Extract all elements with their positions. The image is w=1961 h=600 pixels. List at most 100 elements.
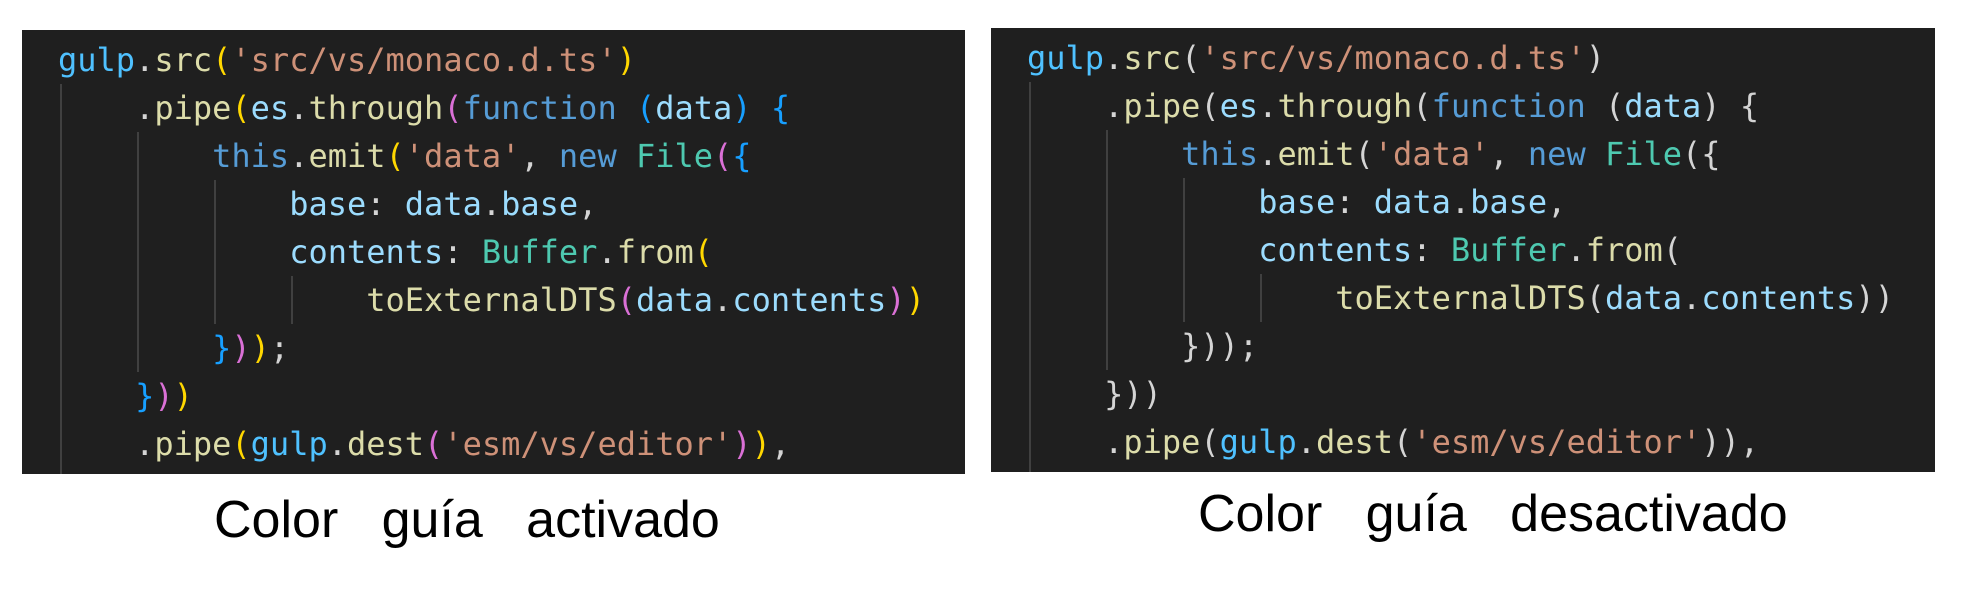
code-line: })); — [58, 324, 925, 372]
code-line: this.emit('data', new File({ — [1027, 130, 1894, 178]
code-token: ( — [424, 425, 444, 463]
indent-guide — [1029, 82, 1031, 130]
code-token: data — [635, 281, 714, 319]
indent-guide — [214, 228, 217, 276]
code-token: ( — [1412, 87, 1432, 125]
code-line: })) — [1027, 370, 1894, 418]
code-token: ) — [732, 425, 752, 463]
code-token: ) — [250, 329, 270, 367]
code-token: } — [1181, 327, 1201, 365]
code-token: . — [1104, 39, 1124, 77]
code-token: , — [1739, 423, 1760, 461]
code-token: ) — [751, 425, 771, 463]
indent-guide — [60, 324, 62, 372]
code-token: es — [1219, 87, 1259, 125]
indent-guide — [60, 180, 62, 228]
code-token: ( — [713, 137, 733, 175]
code-token: through — [308, 89, 444, 127]
indent-guide — [1029, 466, 1031, 472]
code-token: . — [1296, 423, 1316, 461]
code-token: contents — [1701, 279, 1856, 317]
indent-guide — [1183, 274, 1186, 322]
code-token: dest — [1315, 423, 1394, 461]
code-token: toExternalDTS — [366, 281, 617, 319]
code-token: function — [462, 89, 617, 127]
code-token: emit — [1277, 135, 1355, 173]
code-token: data — [1624, 87, 1702, 125]
code-token: ) — [886, 281, 906, 319]
code-token: new — [1527, 135, 1586, 173]
code-token: pipe — [1123, 87, 1201, 125]
code-token: ) — [1701, 423, 1721, 461]
code-token: } — [135, 377, 155, 415]
code-token: base — [1470, 183, 1548, 221]
code-token: . — [289, 89, 309, 127]
code-token: ( — [1354, 135, 1374, 173]
code-token: ( — [212, 41, 232, 79]
caption-guide-enabled: Color guía activado — [214, 491, 720, 549]
indent-guide — [60, 228, 62, 276]
code-token: . — [713, 281, 733, 319]
code-token: this — [1181, 135, 1259, 173]
indent-guide — [60, 468, 62, 474]
code-line: .pipe(es.through(function (data) { — [58, 84, 925, 132]
code-token: . — [597, 233, 617, 271]
code-token: this — [212, 137, 290, 175]
code-token: . — [1450, 183, 1471, 221]
code-token: ( — [635, 89, 656, 127]
code-line: base: data.base, — [1027, 178, 1894, 226]
code-line: this.emit('data', new File({ — [58, 132, 925, 180]
code-token: ( — [616, 281, 636, 319]
code-token: , — [578, 185, 598, 223]
code-line: toExternalDTS(data.contents)) — [58, 276, 925, 324]
code-token: ) — [1585, 39, 1605, 77]
code-token: 'esm/vs/editor' — [443, 425, 733, 463]
indent-guide — [1029, 370, 1031, 418]
indent-guide — [1106, 274, 1109, 322]
indent-guide — [1106, 178, 1109, 226]
code-token: new — [558, 137, 617, 175]
indent-guide — [214, 276, 217, 324]
code-token: pipe — [154, 89, 232, 127]
indent-guide — [137, 228, 140, 276]
code-token: es — [250, 89, 290, 127]
code-token: , — [770, 425, 791, 463]
code-token: . — [135, 41, 155, 79]
code-line: .pipe(es.through(function (data) { — [1027, 82, 1894, 130]
code-token: : — [1335, 183, 1374, 221]
indent-guide — [137, 180, 140, 228]
code-token: ) — [1874, 279, 1894, 317]
code-token: through — [1277, 87, 1413, 125]
indent-guide — [1106, 226, 1109, 274]
code-token: contents — [732, 281, 887, 319]
code-line: gulp.src('src/vs/monaco.d.ts') — [1027, 34, 1894, 82]
code-token: ) — [173, 377, 193, 415]
code-token: base — [289, 185, 367, 223]
code-token: { — [770, 89, 791, 127]
code-token: Buffer — [481, 233, 598, 271]
code-token: ( — [1393, 423, 1413, 461]
code-token: from — [616, 233, 694, 271]
code-token: : — [1412, 231, 1451, 269]
code-panel-guide-enabled: gulp.src('src/vs/monaco.d.ts') .pipe(es.… — [22, 30, 965, 474]
code-block: gulp.src('src/vs/monaco.d.ts') . pipe ( es.… — [1027, 34, 1894, 466]
code-token: : — [443, 233, 482, 271]
code-token: . — [135, 425, 155, 463]
code-block: gulp.src('src/vs/monaco.d.ts') .pipe(es.… — [58, 36, 925, 468]
code-token: ) — [905, 281, 925, 319]
code-token: ; — [269, 329, 290, 367]
code-token: . — [135, 89, 155, 127]
indent-guide — [137, 132, 140, 180]
code-token: ( — [231, 425, 251, 463]
code-token: ( — [385, 137, 405, 175]
code-token: 'data' — [404, 137, 521, 175]
code-token: ( — [1682, 135, 1702, 173]
code-token: File — [635, 137, 714, 175]
code-token: src — [154, 41, 213, 79]
code-token: . — [1258, 135, 1278, 173]
code-token: , — [520, 137, 559, 175]
code-line: toExternalDTS(data.contents)) — [1027, 274, 1894, 322]
code-line: .pipe(gulp.dest('esm/vs/editor')), — [1027, 418, 1894, 466]
